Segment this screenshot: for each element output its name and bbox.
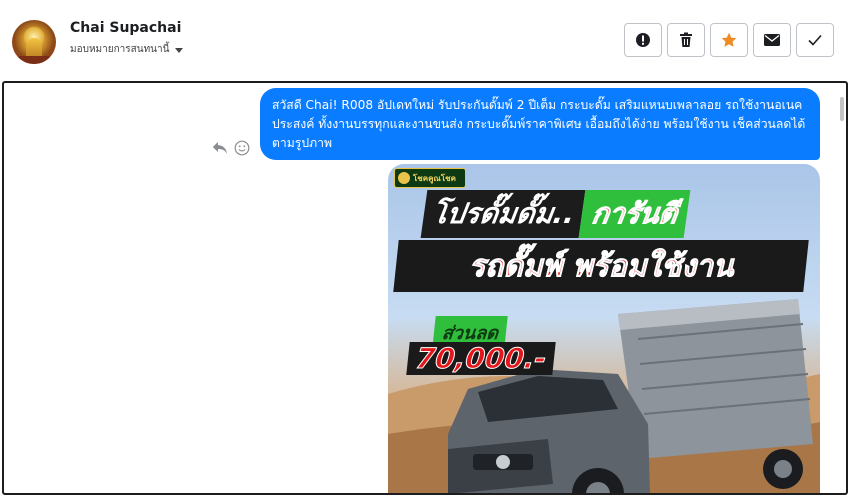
trash-icon <box>680 32 692 47</box>
delete-button[interactable] <box>667 23 705 57</box>
message-thread[interactable]: สวัสดี Chai! R008 อัปเดทใหม่ รับประกันดั… <box>2 81 848 495</box>
reply-icon[interactable] <box>212 141 228 155</box>
image-attachment[interactable]: โชคคูณโชค โปรดั๊มดั๊ม.. การันตี รถดั๊มพ์… <box>388 164 820 493</box>
mark-unread-button[interactable] <box>753 23 791 57</box>
outgoing-message-bubble[interactable]: สวัสดี Chai! R008 อัปเดทใหม่ รับประกันดั… <box>260 88 820 160</box>
conversation-header: Chai Supachai มอบหมายการสนทนานี้ <box>0 0 849 80</box>
logo-text: โชคคูณโชค <box>413 173 456 183</box>
envelope-icon <box>764 34 780 46</box>
avatar-base <box>18 56 50 64</box>
conversation-actions <box>624 23 834 57</box>
emoji-react-icon[interactable] <box>234 140 250 156</box>
star-icon <box>721 32 737 47</box>
mark-spam-button[interactable] <box>624 23 662 57</box>
promo-headline-1a: โปรดั๊มดั๊ม.. <box>420 190 586 238</box>
alert-circle-icon <box>636 33 650 47</box>
star-button[interactable] <box>710 23 748 57</box>
check-icon <box>808 34 822 46</box>
contact-name[interactable]: Chai Supachai <box>70 20 181 36</box>
promo-headline-1: โปรดั๊มดั๊ม.. การันตี <box>420 190 691 238</box>
promo-headline-2: รถดั๊มพ์ พร้อมใช้งาน <box>393 240 809 292</box>
promo-headline-2-text: รถดั๊มพ์ พร้อมใช้งาน <box>468 248 734 284</box>
discount-value: 70,000.- <box>406 342 557 376</box>
caret-down-icon <box>175 47 184 53</box>
logo-emblem-icon <box>398 172 410 184</box>
mark-done-button[interactable] <box>796 23 834 57</box>
assign-label: มอบหมายการสนทนานี้ <box>70 44 170 55</box>
scrollbar[interactable] <box>840 97 844 121</box>
promo-headline-1b: การันตี <box>579 190 691 238</box>
assign-conversation-dropdown[interactable]: มอบหมายการสนทนานี้ <box>70 42 184 57</box>
brand-logo: โชคคูณโชค <box>394 168 466 188</box>
avatar[interactable] <box>12 20 56 64</box>
